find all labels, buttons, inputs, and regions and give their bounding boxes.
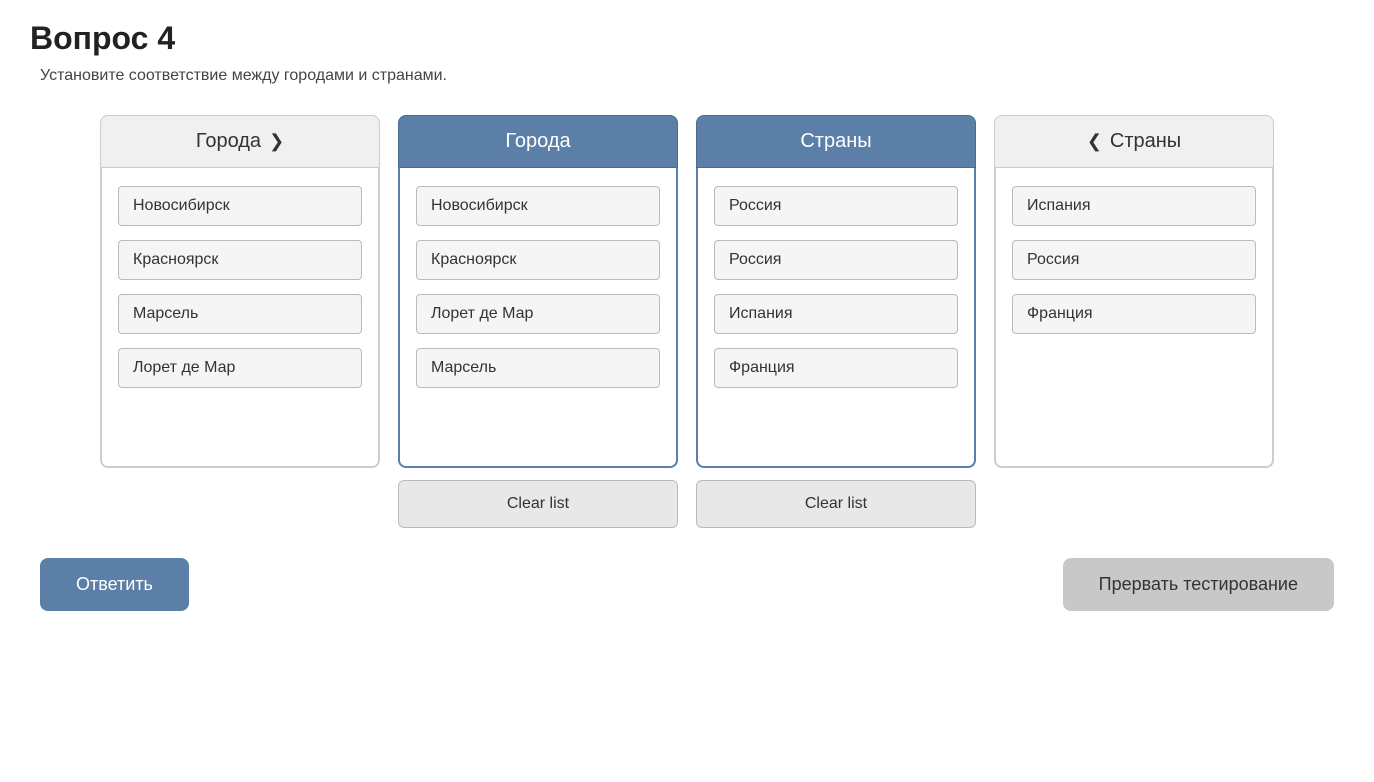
source-cities-body: Новосибирск Красноярск Марсель Лорет де … bbox=[100, 168, 380, 468]
clear-cities-button[interactable]: Clear list bbox=[398, 480, 678, 528]
drop-cities-header: Города bbox=[398, 115, 678, 168]
list-item[interactable]: Новосибирск bbox=[416, 186, 660, 226]
list-item[interactable]: Марсель bbox=[118, 294, 362, 334]
drop-countries-label: Страны bbox=[800, 130, 871, 153]
source-countries-body: Испания Россия Франция bbox=[994, 168, 1274, 468]
list-item[interactable]: Лорет де Мар bbox=[118, 348, 362, 388]
footer: Ответить Прервать тестирование bbox=[30, 558, 1344, 611]
list-item[interactable]: Россия bbox=[1012, 240, 1256, 280]
drop-countries-column: Страны Россия Россия Испания Франция bbox=[696, 115, 976, 468]
list-item[interactable]: Марсель bbox=[416, 348, 660, 388]
list-item[interactable]: Франция bbox=[1012, 294, 1256, 334]
list-item[interactable]: Испания bbox=[714, 294, 958, 334]
list-item[interactable]: Россия bbox=[714, 186, 958, 226]
source-cities-column: Города ❯ Новосибирск Красноярск Марсель … bbox=[100, 115, 380, 468]
drop-cities-body[interactable]: Новосибирск Красноярск Лорет де Мар Марс… bbox=[398, 168, 678, 468]
question-text: Установите соответствие между городами и… bbox=[30, 67, 1344, 85]
list-item[interactable]: Красноярск bbox=[416, 240, 660, 280]
source-countries-column: ❮ Страны Испания Россия Франция bbox=[994, 115, 1274, 468]
columns-wrapper: Города ❯ Новосибирск Красноярск Марсель … bbox=[30, 115, 1344, 528]
list-item[interactable]: Красноярск bbox=[118, 240, 362, 280]
drop-countries-body[interactable]: Россия Россия Испания Франция bbox=[696, 168, 976, 468]
source-countries-label: Страны bbox=[1110, 130, 1181, 153]
drop-cities-label: Города bbox=[505, 130, 570, 153]
source-cities-label: Города bbox=[196, 130, 261, 153]
answer-button[interactable]: Ответить bbox=[40, 558, 189, 611]
list-item[interactable]: Лорет де Мар bbox=[416, 294, 660, 334]
page-title: Вопрос 4 bbox=[30, 20, 1344, 57]
source-cities-chevron-icon: ❯ bbox=[269, 131, 284, 152]
drop-cities-column: Города Новосибирск Красноярск Лорет де М… bbox=[398, 115, 678, 468]
source-countries-header: ❮ Страны bbox=[994, 115, 1274, 168]
list-item[interactable]: Россия bbox=[714, 240, 958, 280]
list-item[interactable]: Новосибирск bbox=[118, 186, 362, 226]
list-item[interactable]: Франция bbox=[714, 348, 958, 388]
clear-countries-button[interactable]: Clear list bbox=[696, 480, 976, 528]
source-cities-header: Города ❯ bbox=[100, 115, 380, 168]
interrupt-button[interactable]: Прервать тестирование bbox=[1063, 558, 1334, 611]
drop-cities-column-wrapper: Города Новосибирск Красноярск Лорет де М… bbox=[398, 115, 678, 528]
drop-countries-header: Страны bbox=[696, 115, 976, 168]
source-countries-chevron-icon: ❮ bbox=[1087, 131, 1102, 152]
list-item[interactable]: Испания bbox=[1012, 186, 1256, 226]
drop-countries-column-wrapper: Страны Россия Россия Испания Франция Cle… bbox=[696, 115, 976, 528]
